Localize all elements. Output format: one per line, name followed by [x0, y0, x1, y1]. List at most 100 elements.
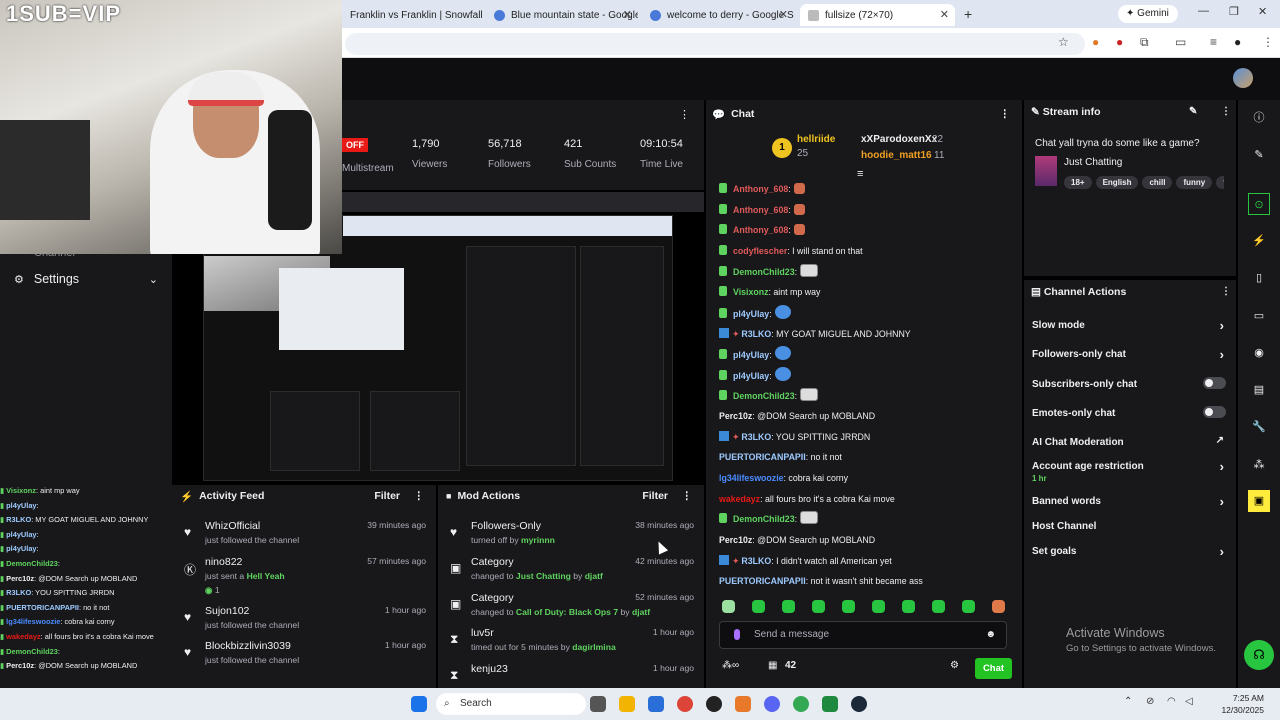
- excel-icon[interactable]: [822, 696, 838, 712]
- moderator-name[interactable]: djatf: [585, 571, 603, 581]
- more-options-icon[interactable]: ⋮: [1221, 106, 1231, 117]
- minimize-icon[interactable]: —: [1198, 5, 1209, 17]
- moderator-name[interactable]: myrinnn: [521, 535, 555, 545]
- category-name[interactable]: Just Chatting: [516, 571, 571, 581]
- emote-icon[interactable]: [932, 600, 945, 613]
- chat-input[interactable]: Send a message ☻: [719, 621, 1007, 649]
- close-window-icon[interactable]: ✕: [1258, 5, 1267, 18]
- info-icon[interactable]: ⓘ: [1248, 107, 1270, 129]
- task-view-icon[interactable]: [590, 696, 606, 712]
- bolt-icon[interactable]: ⚡: [1248, 230, 1270, 252]
- reading-list-icon[interactable]: ≡: [1210, 35, 1217, 49]
- moderator-name[interactable]: djatf: [632, 607, 650, 617]
- new-tab-icon[interactable]: +: [964, 6, 972, 22]
- broadcast-icon[interactable]: ◉: [1248, 342, 1270, 364]
- discord-icon[interactable]: [764, 696, 780, 712]
- adblock-icon[interactable]: ●: [1116, 35, 1123, 49]
- avatar[interactable]: [1233, 68, 1253, 88]
- cast-icon[interactable]: ▭: [1175, 35, 1186, 49]
- edit-icon[interactable]: ✎: [1189, 106, 1197, 117]
- extension-icon[interactable]: ●: [1092, 35, 1099, 49]
- chat-username[interactable]: R3LKO: [741, 329, 771, 339]
- users-icon[interactable]: ⁂∞: [722, 660, 739, 671]
- chat-username[interactable]: pl4yUlay: [733, 350, 769, 360]
- layout-icon[interactable]: ▤: [1248, 379, 1270, 401]
- chat-username[interactable]: R3LKO: [741, 556, 771, 566]
- emote-icon[interactable]: [812, 600, 825, 613]
- app-icon[interactable]: [735, 696, 751, 712]
- event-name[interactable]: Blockbizzlivin3039: [205, 640, 291, 652]
- filter-button[interactable]: Filter: [642, 490, 668, 502]
- close-icon[interactable]: ✕: [623, 8, 632, 21]
- browser-tab[interactable]: welcome to derry - Google Sea ✕: [642, 4, 794, 26]
- taskbar-search[interactable]: ⌕ Search: [436, 693, 586, 715]
- chat-username[interactable]: PUERTORICANPAPII: [719, 452, 806, 462]
- volume-icon[interactable]: ◁: [1185, 696, 1193, 707]
- note-icon[interactable]: ▯: [1248, 267, 1270, 289]
- more-options-icon[interactable]: ⋮: [1221, 286, 1231, 297]
- channel-action-item[interactable]: Followers-only chat ›: [1032, 347, 1228, 362]
- event-name[interactable]: luv5r: [471, 627, 494, 639]
- emoji-icon[interactable]: ☻: [985, 622, 996, 648]
- filter-button[interactable]: Filter: [374, 490, 400, 502]
- event-name[interactable]: kenju23: [471, 663, 508, 675]
- channel-action-item[interactable]: Slow mode ›: [1032, 318, 1228, 333]
- chat-username[interactable]: DemonChild23: [733, 514, 795, 524]
- channel-action-item[interactable]: Set goals ›: [1032, 544, 1228, 559]
- message-icon[interactable]: ▭: [1248, 305, 1270, 327]
- menu-icon[interactable]: ⋮: [1262, 35, 1274, 49]
- emote-icon[interactable]: [752, 600, 765, 613]
- chat-username[interactable]: Anthony_608: [733, 225, 788, 235]
- chat-username[interactable]: lg34lifeswoozie: [719, 473, 784, 483]
- start-icon[interactable]: [411, 696, 427, 712]
- app-icon[interactable]: [706, 696, 722, 712]
- mic-icon[interactable]: [734, 629, 740, 640]
- gemini-button[interactable]: ✦ Gemini: [1118, 5, 1178, 23]
- emote-icon[interactable]: [782, 600, 795, 613]
- event-name[interactable]: nino822: [205, 556, 242, 568]
- leader-name[interactable]: xXParodoxenXx: [861, 134, 937, 145]
- chat-send-button[interactable]: Chat: [975, 658, 1012, 679]
- store-icon[interactable]: [648, 696, 664, 712]
- channel-action-item[interactable]: Subscribers-only chat: [1032, 377, 1228, 390]
- browser-tab-active[interactable]: fullsize (72×70) ✕: [800, 4, 955, 26]
- more-options-icon[interactable]: ⋮: [682, 490, 693, 502]
- chat-username[interactable]: R3LKO: [741, 432, 771, 442]
- moderator-name[interactable]: dagirlmina: [572, 642, 615, 652]
- chat-username[interactable]: wakedayz: [719, 494, 760, 504]
- close-icon[interactable]: ✕: [940, 8, 949, 21]
- stream-tag[interactable]: English: [1095, 176, 1139, 189]
- stream-tag[interactable]: funny: [1176, 176, 1213, 189]
- chevron-up-icon[interactable]: ⌃: [1124, 696, 1132, 707]
- stream-tag[interactable]: funn: [1216, 176, 1224, 189]
- category-name[interactable]: Call of Duty: Black Ops 7: [516, 607, 618, 617]
- steam-icon[interactable]: [851, 696, 867, 712]
- category-thumbnail[interactable]: [1035, 156, 1057, 186]
- channel-action-item[interactable]: Banned words ›: [1032, 494, 1228, 509]
- users-icon[interactable]: ⁂: [1248, 454, 1270, 476]
- chat-username[interactable]: Perc10z: [719, 411, 752, 421]
- chat-username[interactable]: pl4yUlay: [733, 309, 769, 319]
- chrome-icon[interactable]: [677, 696, 693, 712]
- chat-username[interactable]: DemonChild23: [733, 267, 795, 277]
- leader-name[interactable]: hoodie_matt16: [861, 150, 932, 161]
- category-name[interactable]: Just Chatting: [1064, 157, 1122, 168]
- close-icon[interactable]: ✕: [779, 8, 788, 21]
- pencil-icon[interactable]: ✎: [1248, 144, 1270, 166]
- sidebar-item-settings[interactable]: ⚙ Settings ⌄: [0, 266, 172, 292]
- network-icon[interactable]: ⊘: [1146, 696, 1154, 707]
- extensions-icon[interactable]: ⧉: [1140, 35, 1149, 50]
- browser-tab[interactable]: Blue mountain state - Google S ✕: [486, 4, 638, 26]
- emote-icon[interactable]: [902, 600, 915, 613]
- target-icon[interactable]: ⊙: [1248, 193, 1270, 215]
- wrench-icon[interactable]: 🔧: [1248, 416, 1270, 438]
- chat-username[interactable]: Anthony_608: [733, 205, 788, 215]
- chat-username[interactable]: Perc10z: [719, 535, 752, 545]
- system-clock[interactable]: 7:25 AM 12/30/2025: [1221, 692, 1264, 716]
- chat-username[interactable]: PUERTORICANPAPII: [719, 576, 806, 586]
- chat-username[interactable]: Visixonz: [733, 287, 769, 297]
- star-icon[interactable]: ☆: [1058, 35, 1069, 49]
- event-name[interactable]: WhizOfficial: [205, 520, 260, 532]
- emote-icon[interactable]: [992, 600, 1005, 613]
- emote-icon[interactable]: [872, 600, 885, 613]
